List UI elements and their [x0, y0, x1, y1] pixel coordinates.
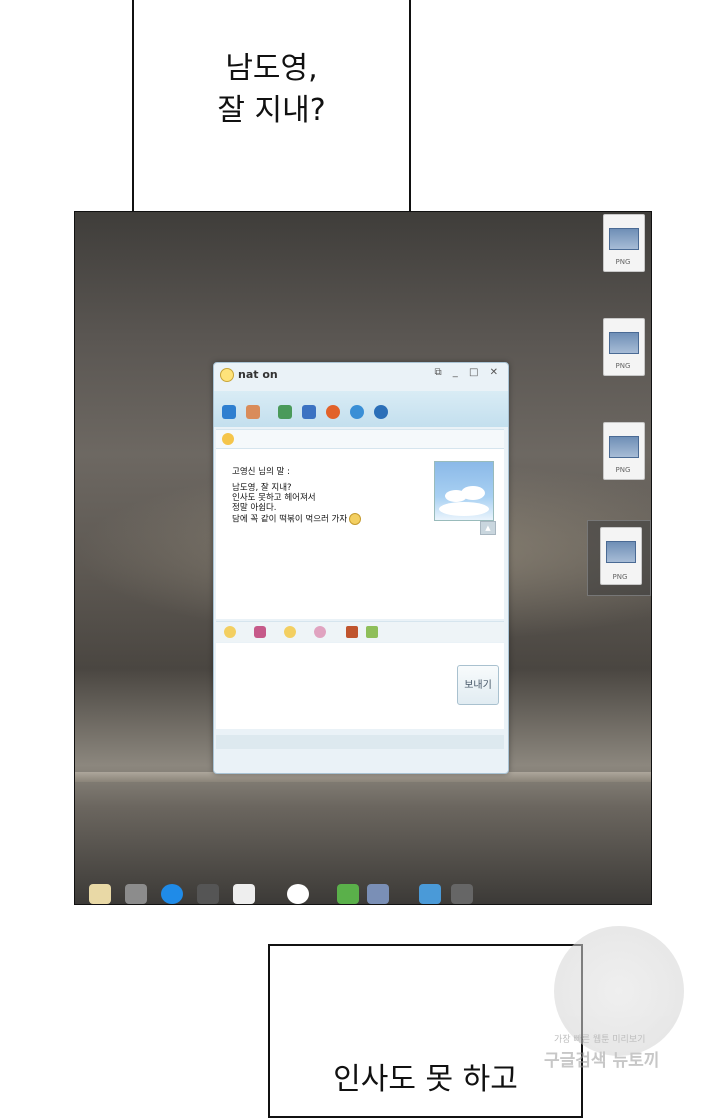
flashcon-icon[interactable]	[284, 626, 296, 638]
watermark-line-2: 구글검색 뉴토끼	[544, 1051, 660, 1071]
gift-icon[interactable]	[254, 626, 266, 638]
speech-line-2: 잘 지내?	[217, 93, 326, 128]
message-line: 정말 아쉽다.	[232, 503, 277, 513]
window-title: nat on	[238, 368, 278, 381]
status-strip	[216, 429, 504, 449]
watermark-line-1: 가장 빠른 웹툰 미리보기	[554, 1035, 646, 1045]
dock-app-icon[interactable]	[197, 884, 219, 904]
send-button[interactable]: 보내기	[457, 665, 499, 705]
scroll-up-icon[interactable]: ▲	[480, 521, 496, 535]
background-icon[interactable]	[314, 626, 326, 638]
profile-picture	[434, 461, 494, 521]
message-sender: 고영신 님의 말 :	[232, 467, 290, 477]
file-extension-label: PNG	[612, 573, 628, 581]
send-photo-icon[interactable]	[278, 405, 292, 419]
file-extension-label: PNG	[615, 466, 631, 474]
image-thumbnail-icon	[606, 541, 636, 563]
speech-line-1: 남도영,	[225, 51, 318, 86]
watermark: 가장 빠른 웹툰 미리보기 구글검색 뉴토끼	[540, 900, 720, 1080]
dock-app-icon[interactable]	[367, 884, 389, 904]
chat-toolbar	[214, 391, 508, 427]
nateon-chat-window[interactable]: nat on ⧉ _ □ ✕ 고영신 님의 말 : 남도영, 잘 지내? 인사도…	[213, 362, 509, 774]
video-call-icon[interactable]	[326, 405, 340, 419]
speech-text-top: 남도영, 잘 지내?	[134, 48, 409, 132]
png-file-icon[interactable]: PNG	[601, 422, 645, 482]
emoticon-icon[interactable]	[224, 626, 236, 638]
font-icon[interactable]	[366, 626, 378, 638]
message-line: 인사도 못하고 헤어져서	[232, 493, 316, 503]
dock-app-icon[interactable]	[419, 884, 441, 904]
chat-message: 고영신 님의 말 : 남도영, 잘 지내? 인사도 못하고 헤어져서 정말 아쉽…	[232, 467, 432, 525]
speech-text-bottom: 인사도 못 하고	[333, 1062, 518, 1097]
dock-app-icon[interactable]	[233, 884, 255, 904]
status-emoticon-icon	[222, 433, 234, 445]
headset-icon[interactable]	[374, 405, 388, 419]
window-titlebar[interactable]: nat on ⧉ _ □ ✕	[214, 363, 508, 387]
message-line: 담에 꼭 같이 떡볶이 먹으러 가자	[232, 514, 348, 525]
speech-box-bottom: 인사도 못 하고	[268, 944, 583, 1118]
dock-app-icon[interactable]	[161, 884, 183, 904]
smile-emoticon-icon	[349, 513, 362, 525]
voice-call-icon[interactable]	[350, 405, 364, 419]
file-extension-label: PNG	[615, 258, 631, 266]
png-file-icon-selected[interactable]: PNG	[587, 520, 651, 596]
dock-app-icon[interactable]	[451, 884, 473, 904]
chat-history[interactable]: 고영신 님의 말 : 남도영, 잘 지내? 인사도 못하고 헤어져서 정말 아쉽…	[216, 449, 504, 619]
file-extension-label: PNG	[615, 362, 631, 370]
window-controls[interactable]: ⧉ _ □ ✕	[434, 367, 502, 378]
dock-app-icon[interactable]	[125, 884, 147, 904]
image-thumbnail-icon	[609, 228, 639, 250]
dock-app-icon[interactable]	[89, 884, 111, 904]
dock-app-icon[interactable]	[287, 884, 309, 904]
png-file-icon[interactable]: PNG	[601, 318, 645, 378]
dock-app-icon[interactable]	[337, 884, 359, 904]
nateon-logo-icon	[220, 368, 234, 382]
image-thumbnail-icon	[609, 332, 639, 354]
send-file-icon[interactable]	[302, 405, 316, 419]
image-thumbnail-icon	[609, 436, 639, 458]
emoticon-bar	[216, 621, 504, 642]
window-bottom-strip	[216, 735, 504, 749]
pen-icon[interactable]	[346, 626, 358, 638]
invite-icon[interactable]	[246, 405, 260, 419]
png-file-icon[interactable]: PNG	[601, 214, 645, 274]
desktop-screen: PNG PNG PNG PNG nat on ⧉ _ □ ✕ 고영신 님의 말 …	[74, 211, 652, 905]
message-line: 남도영, 잘 지내?	[232, 483, 292, 493]
add-contact-icon[interactable]	[222, 405, 236, 419]
